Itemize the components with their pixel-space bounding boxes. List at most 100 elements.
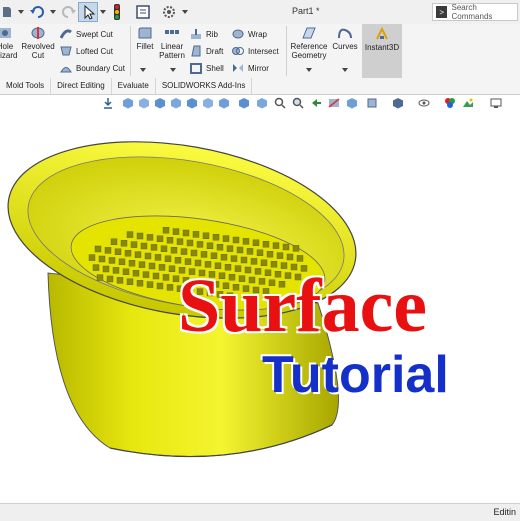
fillet-icon [138,27,152,39]
drain-hole [114,248,122,256]
cube-view-icon[interactable] [186,97,198,109]
display-style-icon[interactable] [392,97,404,109]
revolved-cut-button[interactable]: Revolved Cut [20,26,56,60]
cube-view-icon[interactable] [154,97,166,109]
appearance-icon[interactable] [444,97,456,109]
command-manager-ribbon: Hole Wizard Revolved Cut Swept Cut Lofte… [0,24,520,79]
cube-view-icon[interactable] [138,97,150,109]
search-commands-box[interactable]: > Search Commands [432,3,518,21]
drain-hole [128,259,136,267]
drain-hole [158,264,166,271]
mirror-button[interactable]: Mirror [232,61,269,75]
drain-hole [136,232,144,240]
boundary-cut-icon [60,67,72,73]
drain-hole [262,240,270,248]
drain-hole [166,236,174,244]
drain-hole [146,281,154,288]
save-icon[interactable] [2,4,12,20]
rib-button[interactable]: Rib [190,27,218,41]
curves-button[interactable]: Curves [332,26,358,51]
file-properties-icon[interactable] [136,4,150,20]
reference-geometry-button[interactable]: Reference Geometry [289,26,329,60]
cube-view-icon[interactable] [218,97,230,109]
heads-up-view-toolbar [0,95,520,113]
linear-pattern-icon [165,30,179,34]
previous-view-icon[interactable] [310,97,322,109]
cube-view-icon[interactable] [202,97,214,109]
boundary-cut-button[interactable]: Boundary Cut [60,61,125,75]
reference-geometry-dropdown-icon[interactable] [304,66,314,75]
shell-button[interactable]: Shell [190,61,224,75]
drain-hole [190,249,198,257]
drain-hole [104,247,112,254]
drain-hole [142,271,150,278]
hide-show-items-icon[interactable] [418,97,430,109]
drain-hole [292,245,300,252]
scene-icon[interactable] [462,97,474,109]
drain-hole [146,234,154,241]
mirror-icon [233,64,243,72]
drain-hole [286,253,294,261]
options-gear-icon[interactable] [162,4,176,20]
fillet-dropdown-icon[interactable] [138,66,148,75]
undo-icon[interactable] [30,4,44,20]
drain-hole [170,246,178,254]
drain-hole [164,255,172,263]
view-settings-icon[interactable] [490,97,502,109]
tab-mold-tools[interactable]: Mold Tools [0,78,52,94]
graphics-area[interactable]: Surface Tutorial [0,113,520,503]
linear-pattern-button[interactable]: Linear Pattern [158,26,186,60]
drain-hole [144,252,152,260]
cube-view-icon[interactable] [122,97,134,109]
drain-hole [88,254,96,261]
zoom-to-fit-icon[interactable] [274,97,286,109]
drain-hole [124,249,132,257]
orientation-icon[interactable] [102,97,114,109]
drain-hole [162,274,170,281]
quick-access-toolbar [2,4,82,20]
cube-view-icon[interactable] [256,97,268,109]
drain-hole [276,252,284,259]
fillet-button[interactable]: Fillet [134,26,156,51]
lofted-cut-button[interactable]: Lofted Cut [60,44,113,58]
wrap-button[interactable]: Wrap [232,27,267,41]
hole-wizard-button[interactable]: Hole Wizard [0,26,18,60]
drain-hole [210,252,218,260]
section-view-icon[interactable] [328,97,340,109]
tab-direct-editing[interactable]: Direct Editing [51,78,112,94]
drain-hole [192,231,200,238]
cube-view-icon[interactable] [170,97,182,109]
drain-hole [160,245,168,253]
drain-hole [98,255,106,263]
shell-label: Shell [206,63,224,73]
options-dropdown-icon[interactable] [182,4,188,20]
swept-cut-button[interactable]: Swept Cut [60,27,113,41]
pattern-dropdown-icon[interactable] [168,66,178,75]
command-manager-tabs: Mold Tools Direct Editing Evaluate SOLID… [0,78,520,95]
undo-dropdown-icon[interactable] [50,4,56,20]
dynamic-annotation-icon[interactable] [346,97,358,109]
curves-dropdown-icon[interactable] [340,66,350,75]
view-orientation-icon[interactable] [366,97,378,109]
tab-evaluate[interactable]: Evaluate [112,78,156,94]
drain-hole [246,248,254,255]
select-dropdown-icon[interactable] [100,4,106,20]
dropdown-arrow-icon[interactable] [18,4,24,20]
redo-icon[interactable] [62,4,76,20]
tab-solidworks-add-ins[interactable]: SOLIDWORKS Add-Ins [156,78,253,94]
rebuild-icon[interactable] [112,4,122,20]
drain-hole [134,251,142,258]
intersect-button[interactable]: Intersect [232,44,279,58]
cube-view-icon[interactable] [238,97,250,109]
wrap-label: Wrap [248,29,267,39]
draft-button[interactable]: Draft [190,44,223,58]
reference-geometry-label: Reference Geometry [290,42,328,60]
instant3d-button[interactable]: Instant3D [362,24,402,78]
drain-hole [154,254,162,261]
zoom-area-icon[interactable] [292,97,304,109]
drain-hole [126,231,134,238]
select-button[interactable] [78,2,98,22]
drain-hole [112,267,120,274]
drain-hole [118,258,126,266]
drain-hole [138,261,146,268]
